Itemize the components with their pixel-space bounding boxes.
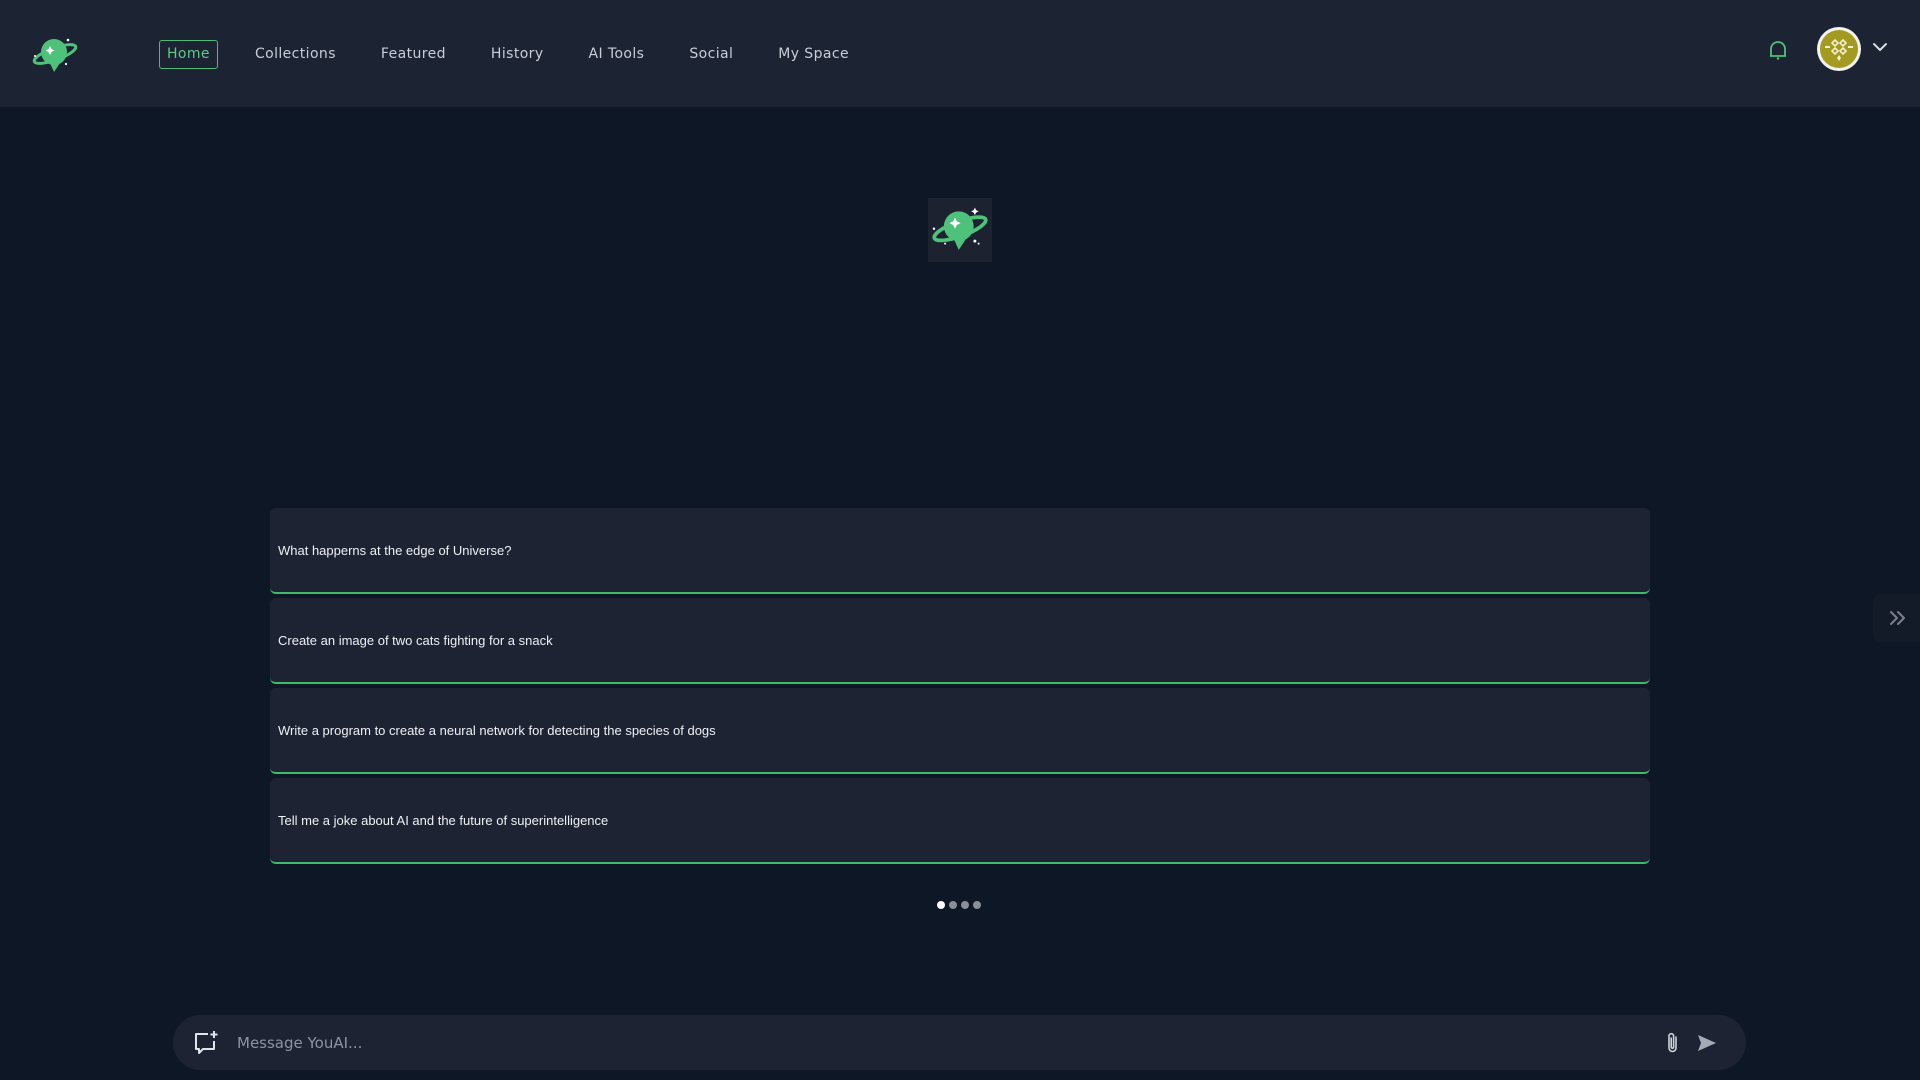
nav-featured[interactable]: Featured	[373, 40, 454, 69]
pagination-dot-2[interactable]	[949, 901, 957, 909]
nav-collections[interactable]: Collections	[247, 40, 344, 69]
attach-button[interactable]	[1662, 1031, 1684, 1055]
top-header: Home Collections Featured History AI Too…	[0, 0, 1920, 107]
double-chevron-right-icon	[1890, 611, 1905, 625]
nav-history[interactable]: History	[483, 40, 552, 69]
pagination-dot-3[interactable]	[961, 901, 969, 909]
prompt-card[interactable]: Tell me a joke about AI and the future o…	[270, 778, 1650, 864]
prompt-card[interactable]: Create an image of two cats fighting for…	[270, 598, 1650, 684]
message-composer	[173, 1015, 1746, 1070]
nav-home[interactable]: Home	[159, 40, 218, 69]
new-chat-button[interactable]	[193, 1030, 219, 1056]
account-menu-toggle[interactable]	[1871, 38, 1889, 56]
main-nav: Home Collections Featured History AI Too…	[159, 40, 886, 69]
message-input[interactable]	[237, 1022, 1662, 1063]
nav-my-space[interactable]: My Space	[770, 40, 857, 69]
bell-icon	[1770, 41, 1786, 60]
paperclip-icon	[1668, 1032, 1677, 1052]
nav-ai-tools[interactable]: AI Tools	[581, 40, 653, 69]
carousel-pagination	[937, 901, 981, 909]
app-logo[interactable]	[30, 34, 80, 76]
send-icon	[1698, 1034, 1716, 1051]
prompt-card[interactable]: What happerns at the edge of Universe?	[270, 508, 1650, 594]
send-button[interactable]	[1696, 1032, 1718, 1054]
planet-logo-icon	[32, 38, 78, 72]
avatar-image	[1820, 30, 1858, 68]
user-avatar[interactable]	[1817, 27, 1861, 71]
side-panel-toggle[interactable]	[1873, 594, 1920, 642]
planet-logo-icon	[932, 207, 988, 250]
prompt-card[interactable]: Write a program to create a neural netwo…	[270, 688, 1650, 774]
notifications-button[interactable]	[1766, 38, 1790, 62]
new-chat-icon	[195, 1030, 218, 1054]
hero-logo	[928, 198, 992, 262]
chevron-down-icon	[1873, 43, 1887, 51]
pagination-dot-4[interactable]	[973, 901, 981, 909]
suggested-prompts: What happerns at the edge of Universe? C…	[270, 508, 1650, 868]
nav-social[interactable]: Social	[681, 40, 741, 69]
pagination-dot-1[interactable]	[937, 901, 945, 909]
